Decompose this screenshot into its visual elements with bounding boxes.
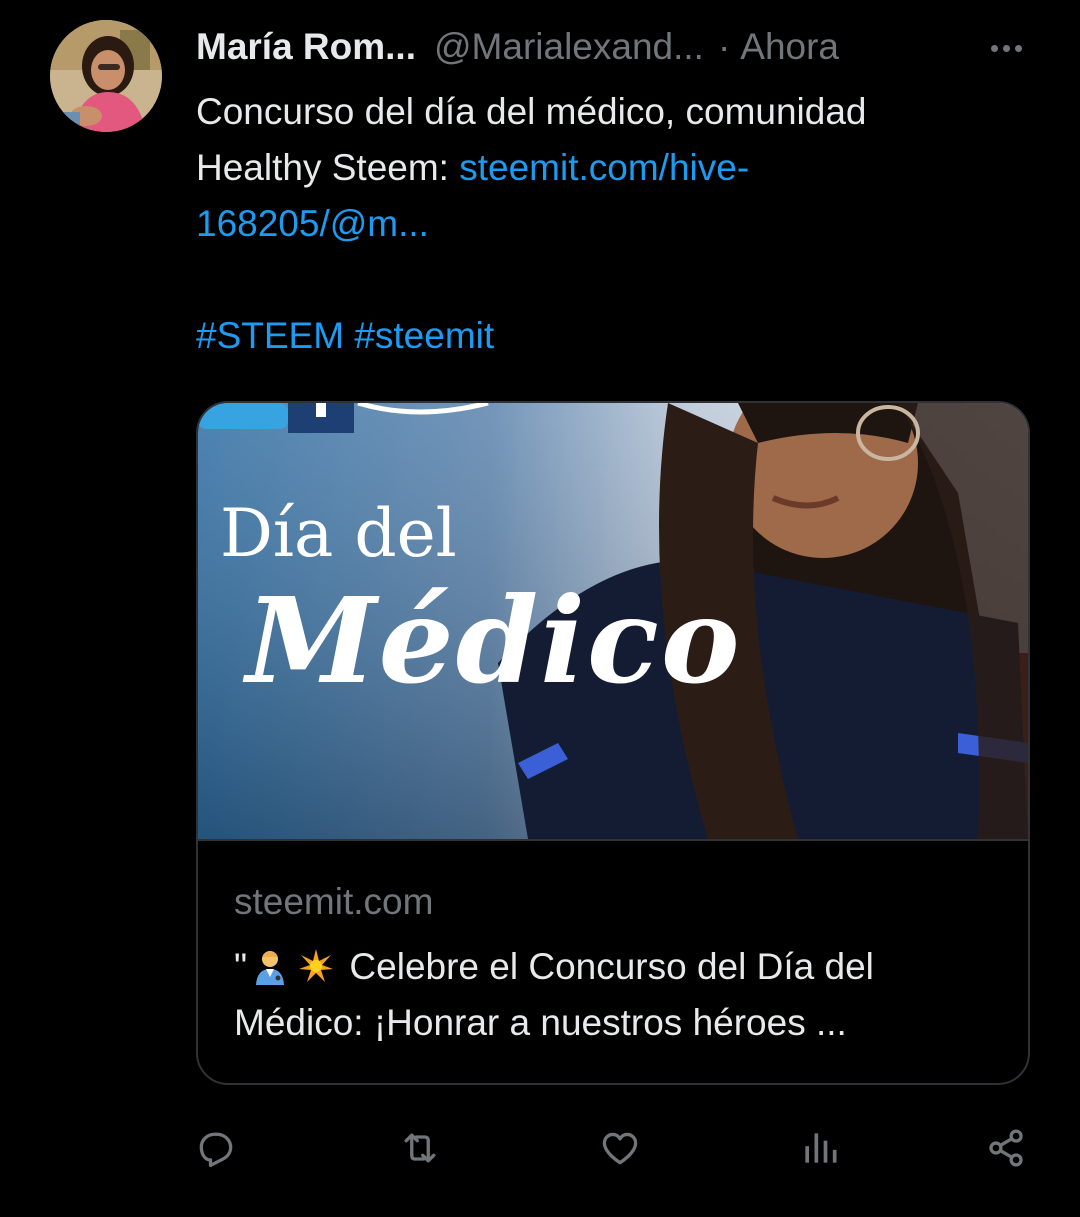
hashtag-steem[interactable]: #STEEM: [196, 315, 344, 356]
more-options-button[interactable]: [980, 28, 1032, 68]
card-divider: [198, 839, 1028, 841]
header-separator: ·: [717, 26, 731, 67]
views-button[interactable]: [792, 1120, 848, 1176]
views-icon: [805, 1133, 837, 1163]
author-handle[interactable]: @Marialexand...: [434, 26, 704, 68]
tweet-header: María Rom... @Marialexand... · Ahora: [196, 22, 1046, 72]
tweet-text-segment: Healthy Steem:: [196, 147, 460, 188]
more-dot-icon: [990, 44, 998, 52]
tweet-text-line: 168205/@m...: [196, 196, 1026, 252]
retweet-button[interactable]: [392, 1120, 448, 1176]
card-title-text: Celebre el Concurso del Día del: [349, 946, 874, 987]
tweet-action-bar: [196, 1120, 1036, 1176]
tweet-text-line: Healthy Steem: steemit.com/hive-: [196, 140, 1026, 196]
card-image-title-line1: Día del: [220, 495, 457, 572]
card-title-quote: ": [234, 946, 248, 987]
share-button[interactable]: [978, 1120, 1034, 1176]
author-avatar[interactable]: [50, 20, 162, 132]
more-dot-icon: [1014, 44, 1022, 52]
card-title-line: " Celebre el Concurso del Día del: [234, 939, 1014, 995]
tweet-link-continued[interactable]: 168205/@m...: [196, 203, 429, 244]
tweet[interactable]: María Rom... @Marialexand... · Ahora Con…: [0, 0, 1080, 1217]
author-display-name[interactable]: María Rom...: [196, 26, 416, 68]
card-domain: steemit.com: [234, 881, 434, 922]
reply-button[interactable]: [188, 1120, 244, 1176]
card-title: " Celebre el Concurso del Día del Médico…: [234, 939, 1014, 1051]
share-icon: [989, 1129, 1023, 1167]
tweet-link[interactable]: steemit.com/hive-: [459, 147, 749, 188]
retweet-icon: [404, 1133, 436, 1163]
like-icon: [602, 1132, 638, 1165]
tweet-hashtags: #STEEM #steemit: [196, 308, 1026, 364]
reply-icon: [199, 1132, 233, 1168]
tweet-timestamp[interactable]: Ahora: [740, 26, 839, 68]
link-preview-card[interactable]: Día del Médico steemit.com " Celebre el …: [196, 401, 1030, 1085]
sparkle-star-emoji-icon: [299, 949, 334, 982]
tweet-text: Concurso del día del médico, comunidad H…: [196, 84, 1026, 364]
hashtag-steemit[interactable]: #steemit: [354, 315, 494, 356]
card-image-title-line2: Médico: [246, 571, 742, 710]
avatar-image: [50, 20, 162, 132]
doctor-emoji-icon: [256, 951, 285, 985]
tweet-text-line: Concurso del día del médico, comunidad: [196, 91, 867, 132]
card-title-line: Médico: ¡Honrar a nuestros héroes ...: [234, 1002, 847, 1043]
card-image[interactable]: Día del Médico: [198, 403, 1028, 839]
more-dot-icon: [1002, 44, 1010, 52]
like-button[interactable]: [592, 1120, 648, 1176]
